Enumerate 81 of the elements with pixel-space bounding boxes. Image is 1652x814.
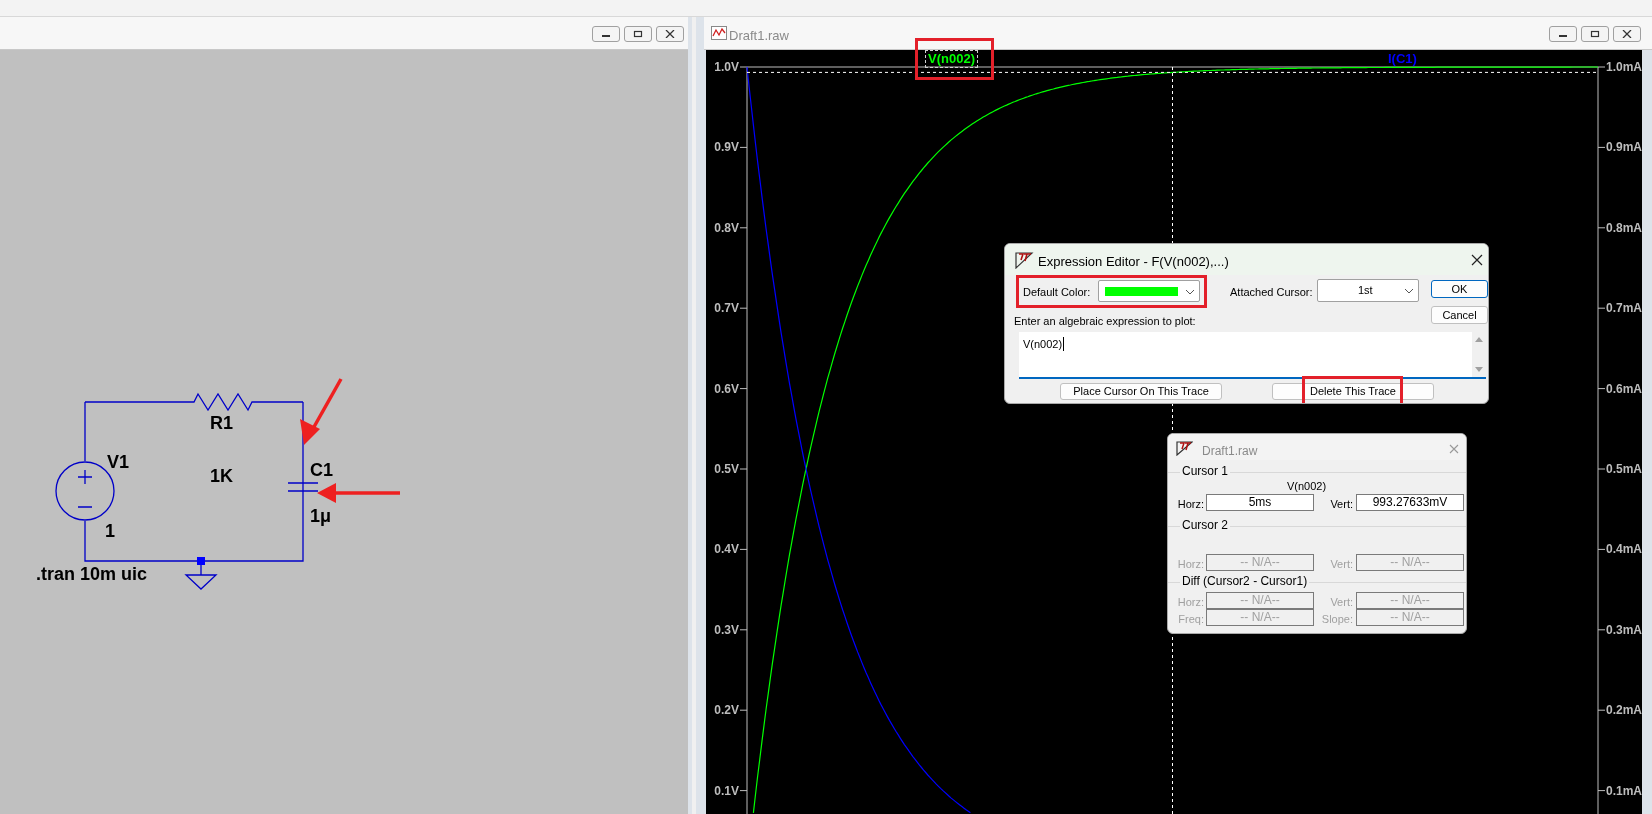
axis-label: 0.5V — [714, 462, 739, 476]
waveform-icon — [711, 26, 727, 40]
field-label: Horz: — [1176, 557, 1204, 572]
value-field: -- N/A-- — [1356, 609, 1464, 626]
input-text: V(n002) — [1023, 337, 1065, 351]
color-dropdown[interactable] — [1098, 280, 1200, 302]
field-label: Freq: — [1177, 612, 1204, 627]
action-button[interactable]: Delete This Trace — [1272, 383, 1434, 400]
prompt-text: Enter an algebraic expression to plot: — [1014, 314, 1196, 329]
minimize-button[interactable] — [592, 26, 620, 42]
component-name: V1 — [107, 452, 130, 472]
minimize-button[interactable] — [1549, 26, 1577, 42]
close-button[interactable] — [656, 26, 684, 42]
close-icon — [1449, 444, 1459, 454]
axis-label: 0.7mA — [1606, 301, 1642, 316]
axis-label: 0.9mA — [1606, 140, 1642, 155]
axis-label: 0.3V — [714, 622, 739, 637]
window-title: Draft1.raw — [729, 27, 789, 45]
close-icon — [1622, 30, 1632, 38]
value-field: -- N/A-- — [1356, 554, 1464, 571]
field-label: Default Color: — [1023, 285, 1091, 300]
field-label: Vert: — [1329, 497, 1353, 512]
value-field: -- N/A-- — [1356, 592, 1464, 609]
spice-directive: .tran 10m uic — [36, 564, 148, 584]
chevron-down-icon — [1404, 288, 1414, 294]
field-label: Slope: — [1320, 612, 1353, 627]
field-label: Vert: — [1329, 595, 1353, 610]
value-field: 993.27633mV — [1356, 494, 1464, 511]
restore-button[interactable] — [1581, 26, 1609, 42]
component-name: C1 — [310, 460, 333, 480]
logo-icon — [1014, 251, 1034, 269]
axis-label: 0.1V — [714, 783, 739, 798]
close-icon — [665, 30, 675, 38]
component-name: R1 — [210, 413, 233, 433]
axis-label: 0.3mA — [1606, 622, 1642, 637]
axis-label: 0.6V — [714, 381, 739, 396]
axis-label: 0.8V — [714, 220, 739, 235]
close-icon — [1471, 254, 1483, 266]
dialog-title: Expression Editor - F(V(n002),...) — [1038, 253, 1229, 271]
logo-icon — [1176, 441, 1193, 456]
axis-label: 1.0V — [714, 60, 739, 74]
axis-label: 0.8mA — [1606, 220, 1642, 235]
axis-label: 0.4V — [714, 542, 739, 557]
axis-label: 0.2V — [714, 703, 739, 718]
dialog-title: Draft1.raw — [1202, 443, 1258, 460]
group-label: Cursor 1 — [1180, 464, 1230, 478]
field-label: Vert: — [1329, 557, 1353, 572]
component-value: 1 — [105, 521, 115, 541]
value-field: -- N/A-- — [1206, 609, 1314, 626]
axis-label: 0.4mA — [1606, 542, 1642, 557]
field-label: Horz: — [1176, 497, 1204, 512]
close-button[interactable] — [1613, 26, 1641, 42]
axis-label: 0.1mA — [1606, 783, 1642, 798]
trace-name: V(n002) — [1287, 479, 1327, 494]
value-field: -- N/A-- — [1206, 592, 1314, 609]
axis-label: 0.6mA — [1606, 381, 1642, 396]
square-icon — [633, 30, 643, 38]
group-label: Diff (Cursor2 - Cursor1) — [1180, 574, 1310, 588]
value-field: 5ms — [1206, 494, 1314, 511]
axis-label: 0.7V — [714, 301, 739, 316]
trace-label[interactable]: V(n002) — [925, 50, 978, 68]
component-value: 1μ — [310, 506, 332, 526]
group-label: Cursor 2 — [1180, 518, 1230, 532]
annotation-arrow — [300, 378, 343, 445]
scrollbar — [1472, 332, 1486, 377]
axis-label: 1.0mA — [1606, 60, 1642, 74]
field-label: Attached Cursor: — [1230, 285, 1313, 300]
square-icon — [1590, 30, 1600, 38]
cursor-dropdown[interactable]: 1st — [1317, 279, 1419, 302]
axis-label: 0.9V — [714, 140, 739, 155]
action-button[interactable]: Place Cursor On This Trace — [1060, 383, 1222, 400]
axis-label: 0.5mA — [1606, 462, 1642, 476]
chevron-down-icon — [1185, 289, 1195, 295]
component-value: 1K — [210, 466, 233, 486]
field-label: Horz: — [1176, 595, 1204, 610]
cancel-button[interactable]: Cancel — [1431, 306, 1488, 324]
value-field: -- N/A-- — [1206, 554, 1314, 571]
axis-label: 0.2mA — [1606, 703, 1642, 718]
ok-button[interactable]: OK — [1431, 280, 1488, 298]
restore-button[interactable] — [624, 26, 652, 42]
expression-input[interactable]: V(n002) — [1019, 332, 1486, 379]
